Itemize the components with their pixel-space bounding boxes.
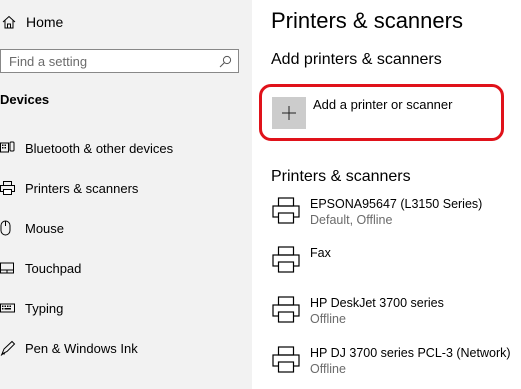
add-printer-label[interactable]: Add a printer or scanner — [313, 97, 452, 112]
home-link[interactable]: Home — [0, 12, 63, 32]
printer-name: EPSONA95647 (L3150 Series) — [310, 197, 483, 211]
printer-name: HP DJ 3700 series PCL-3 (Network) — [310, 346, 511, 360]
pen-icon — [0, 340, 16, 356]
printer-name: Fax — [310, 246, 331, 260]
sidebar-item-label: Bluetooth & other devices — [25, 140, 174, 156]
printer-status: Offline — [310, 362, 346, 376]
bluetooth-devices-icon — [0, 140, 16, 156]
search-icon[interactable] — [219, 55, 232, 68]
printer-status: Offline — [310, 312, 346, 326]
printer-status: Default, Offline — [310, 213, 393, 227]
printer-item-epson[interactable]: EPSONA95647 (L3150 Series) Default, Offl… — [272, 197, 512, 233]
mouse-icon — [0, 220, 16, 236]
sidebar-item-label: Touchpad — [25, 260, 82, 276]
keyboard-icon — [0, 300, 16, 316]
printer-icon — [272, 246, 300, 273]
printer-icon — [272, 197, 300, 224]
sidebar-item-pen[interactable]: Pen & Windows Ink — [0, 337, 252, 359]
printer-icon — [0, 180, 16, 196]
search-input[interactable] — [1, 53, 206, 69]
sidebar-item-printers[interactable]: Printers & scanners — [0, 177, 252, 199]
plus-icon — [282, 106, 296, 120]
list-section-title: Printers & scanners — [271, 168, 411, 185]
printer-item-fax[interactable]: Fax — [272, 246, 512, 282]
sidebar-item-mouse[interactable]: Mouse — [0, 217, 252, 239]
printer-item-hp-pcl3[interactable]: HP DJ 3700 series PCL-3 (Network) Offlin… — [272, 346, 512, 382]
touchpad-icon — [0, 260, 16, 276]
printer-name: HP DeskJet 3700 series — [310, 296, 444, 310]
home-label: Home — [26, 14, 64, 30]
search-box[interactable] — [0, 49, 239, 73]
sidebar-item-typing[interactable]: Typing — [0, 297, 252, 319]
sidebar-item-label: Pen & Windows Ink — [25, 340, 138, 356]
printer-item-hp-deskjet[interactable]: HP DeskJet 3700 series Offline — [272, 296, 512, 332]
sidebar-item-label: Typing — [25, 300, 64, 316]
add-printer-button[interactable] — [272, 97, 306, 129]
home-icon — [2, 15, 16, 29]
add-section-title: Add printers & scanners — [271, 51, 442, 68]
section-title-devices: Devices — [0, 92, 50, 107]
printer-icon — [272, 296, 300, 323]
sidebar: Home Devices Bluetooth & other devices — [0, 0, 252, 389]
sidebar-item-label: Mouse — [25, 220, 65, 236]
sidebar-item-touchpad[interactable]: Touchpad — [0, 257, 252, 279]
page-title: Printers & scanners — [271, 8, 463, 33]
sidebar-item-label: Printers & scanners — [25, 180, 139, 196]
printer-icon — [272, 346, 300, 373]
sidebar-item-bluetooth[interactable]: Bluetooth & other devices — [0, 137, 252, 159]
